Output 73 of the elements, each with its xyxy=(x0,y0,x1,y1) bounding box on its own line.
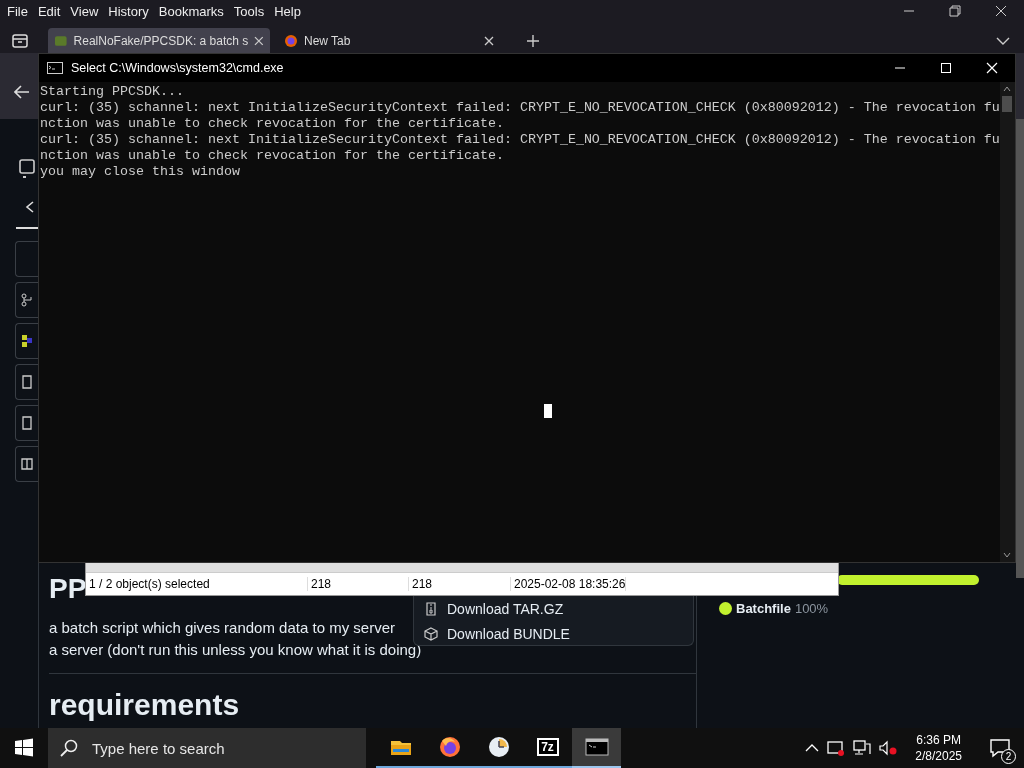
menu-item[interactable]: History xyxy=(107,3,154,19)
status-text: 218 xyxy=(409,577,511,591)
chevron-left-icon[interactable] xyxy=(25,201,35,213)
console-text: curl: (35) schannel: next InitializeSecurityContext failed: CRYPT_E_NO_REVOCATION_CHECK (0x80092012) - The revocation fu xyxy=(40,100,1000,116)
device-icon[interactable] xyxy=(18,159,36,179)
menu-item[interactable]: Bookmarks xyxy=(157,3,229,19)
cube-icon xyxy=(424,626,438,641)
security-icon[interactable] xyxy=(827,740,846,756)
taskbar-app[interactable] xyxy=(572,728,621,768)
scroll-down-icon[interactable] xyxy=(1003,552,1012,558)
search-bar[interactable]: Type here to search xyxy=(48,728,366,768)
branch-icon xyxy=(21,293,33,307)
browser-tab[interactable]: RealNoFake/PPCSDK: a batch s xyxy=(48,28,270,53)
tab-title: New Tab xyxy=(304,33,352,48)
network-icon[interactable] xyxy=(853,740,872,756)
file-icon xyxy=(21,375,33,389)
menu-item[interactable]: Tools xyxy=(232,3,270,19)
menu-item[interactable]: Download BUNDLE xyxy=(424,621,683,646)
close-icon[interactable] xyxy=(484,35,494,46)
restore-icon[interactable] xyxy=(949,5,961,17)
console-text: curl: (35) schannel: next InitializeSecurityContext failed: CRYPT_E_NO_REVOCATION_CHECK (0x80092012) - The revocation fu xyxy=(40,132,1000,148)
close-icon[interactable] xyxy=(995,5,1007,17)
sidebar-icon[interactable] xyxy=(12,34,28,48)
scroll-up-icon[interactable] xyxy=(1003,86,1012,92)
notification-count: 2 xyxy=(1001,749,1016,764)
archive-app-icon xyxy=(535,735,560,759)
search-icon xyxy=(60,739,78,757)
description-text: a server (don't run this unless you know what it is doing) xyxy=(49,640,422,660)
scrollbar[interactable] xyxy=(1016,119,1024,578)
clock[interactable]: 6:36 PM 2/8/2025 xyxy=(905,732,972,764)
back-icon[interactable] xyxy=(14,85,30,99)
speaker-muted-icon[interactable] xyxy=(879,740,898,756)
scroll-thumb[interactable] xyxy=(1002,96,1013,112)
file-icon xyxy=(21,416,33,430)
favicon-icon xyxy=(284,33,298,48)
browser-icon xyxy=(437,735,462,759)
language-name[interactable]: Batchfile xyxy=(736,601,791,616)
window-title: Select C:\Windows\system32\cmd.exe xyxy=(71,61,284,75)
clock-icon xyxy=(486,735,511,759)
terminal-icon xyxy=(584,735,609,759)
description-text: a batch script which gives random data to my server xyxy=(49,618,395,638)
console-text: nction was unable to check revocation for the certificate. xyxy=(40,148,505,164)
console-text: nction was unable to check revocation for the certificate. xyxy=(40,116,505,132)
menu-item[interactable]: View xyxy=(69,3,104,19)
status-text: 1 / 2 object(s) selected xyxy=(86,577,308,591)
section-heading: requirements xyxy=(49,688,241,722)
scrollbar[interactable] xyxy=(999,82,1015,562)
status-text: 218 xyxy=(308,577,409,591)
console-text: you may close this window xyxy=(40,164,241,180)
tab-title: RealNoFake/PPCSDK: a batch s xyxy=(73,33,249,48)
chevron-up-icon[interactable] xyxy=(805,743,820,753)
new-tab-icon[interactable] xyxy=(526,34,540,48)
console-icon xyxy=(47,62,63,74)
text-cursor xyxy=(544,404,552,418)
search-field[interactable]: Type here to search xyxy=(90,738,344,758)
menu-item[interactable]: Help xyxy=(273,3,306,19)
console-text: Starting PPCSDK... xyxy=(40,84,185,100)
favicon-icon xyxy=(54,33,68,48)
menu-item[interactable]: Download TAR.GZ xyxy=(424,596,683,621)
maximize-icon[interactable] xyxy=(940,62,952,74)
file-zip-icon xyxy=(424,601,438,616)
menu-item[interactable]: File xyxy=(6,3,33,19)
book-icon xyxy=(21,457,33,471)
browser-tab[interactable]: New Tab xyxy=(278,28,500,53)
repo-heading: PP xyxy=(49,573,87,603)
close-icon[interactable] xyxy=(254,35,264,46)
language-percent: 100% xyxy=(794,601,829,616)
windows-logo-icon[interactable] xyxy=(14,738,34,758)
notification-icon[interactable] xyxy=(989,738,1011,758)
chevron-icon[interactable] xyxy=(996,36,1010,46)
menu-item[interactable]: Edit xyxy=(36,3,66,19)
pixel-art-icon xyxy=(21,334,33,348)
status-text: 2025-02-08 18:35:26 xyxy=(511,577,627,591)
